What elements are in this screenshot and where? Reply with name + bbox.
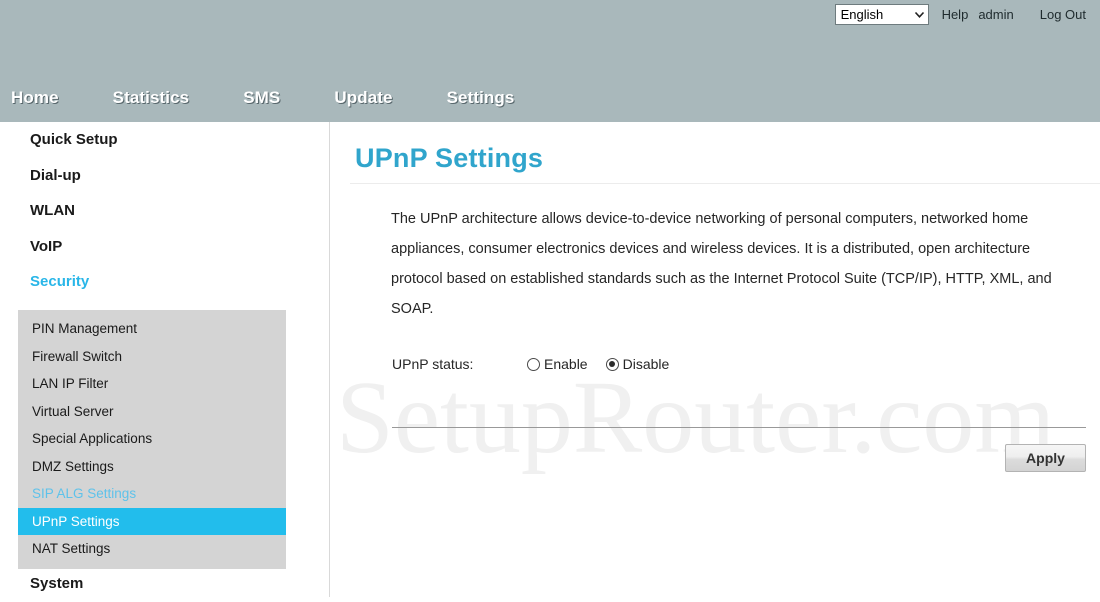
language-select[interactable]: English [834,3,929,25]
submenu-item-upnp-settings[interactable]: UPnP Settings [18,507,286,535]
form-divider [392,427,1086,428]
description-text: The UPnP architecture allows device-to-d… [391,211,1052,317]
sidebar-bottom-group: System [0,566,330,602]
top-utility-bar: English Help admin Log Out [834,3,1086,25]
submenu-item-sip-alg-settings[interactable]: SIP ALG Settings [18,480,286,508]
sidebar-item-system[interactable]: System [0,566,330,602]
radio-enable-indicator[interactable] [527,357,540,371]
sidebar-item-voip[interactable]: VoIP [0,229,330,265]
radio-option-disable[interactable]: Disable [605,356,670,372]
sidebar-item-security[interactable]: Security [0,264,330,300]
page-title: UPnP Settings [355,143,544,173]
apply-button[interactable]: Apply [1005,444,1086,472]
main-navigation: Home Statistics SMS Update Settings [0,88,514,122]
sidebar-item-dial-up[interactable]: Dial-up [0,158,330,194]
title-divider [350,183,1100,184]
account-link[interactable]: admin [978,4,1013,25]
submenu-item-lan-ip-filter[interactable]: LAN IP Filter [18,370,286,398]
watermark: SetupRouter.com [336,360,1056,475]
upnp-status-row: UPnP status: Enable Disable [392,356,669,372]
sidebar-item-quick-setup[interactable]: Quick Setup [0,122,330,158]
nav-item-home[interactable]: Home [11,88,59,108]
header-band: English Help admin Log Out Home Statisti… [0,0,1100,122]
sidebar-top-group: Quick Setup Dial-up WLAN VoIP Security [0,122,330,300]
language-select-value: English [840,6,884,22]
radio-option-enable[interactable]: Enable [527,356,588,372]
submenu-item-virtual-server[interactable]: Virtual Server [18,398,286,426]
submenu-item-dmz-settings[interactable]: DMZ Settings [18,453,286,481]
security-submenu: PIN Management Firewall Switch LAN IP Fi… [18,310,286,569]
submenu-item-pin-management[interactable]: PIN Management [18,315,286,343]
chevron-down-icon [913,8,926,21]
radio-disable-indicator[interactable] [605,357,619,371]
submenu-item-firewall-switch[interactable]: Firewall Switch [18,343,286,371]
submenu-item-nat-settings[interactable]: NAT Settings [18,535,286,563]
sidebar-item-wlan[interactable]: WLAN [0,193,330,229]
upnp-status-label: UPnP status: [392,356,474,372]
logout-link[interactable]: Log Out [1040,4,1086,25]
radio-enable-label: Enable [544,356,588,372]
upnp-status-radio-group: Enable Disable [527,356,669,372]
nav-item-sms[interactable]: SMS [243,88,280,108]
nav-item-update[interactable]: Update [334,88,392,108]
radio-disable-label: Disable [622,356,670,372]
submenu-item-special-applications[interactable]: Special Applications [18,425,286,453]
sidebar: Quick Setup Dial-up WLAN VoIP Security P… [0,122,330,597]
nav-item-settings[interactable]: Settings [447,88,515,108]
nav-item-statistics[interactable]: Statistics [113,88,190,108]
help-link[interactable]: Help [942,4,969,25]
content-area: SetupRouter.com UPnP Settings The UPnP a… [331,122,1100,597]
